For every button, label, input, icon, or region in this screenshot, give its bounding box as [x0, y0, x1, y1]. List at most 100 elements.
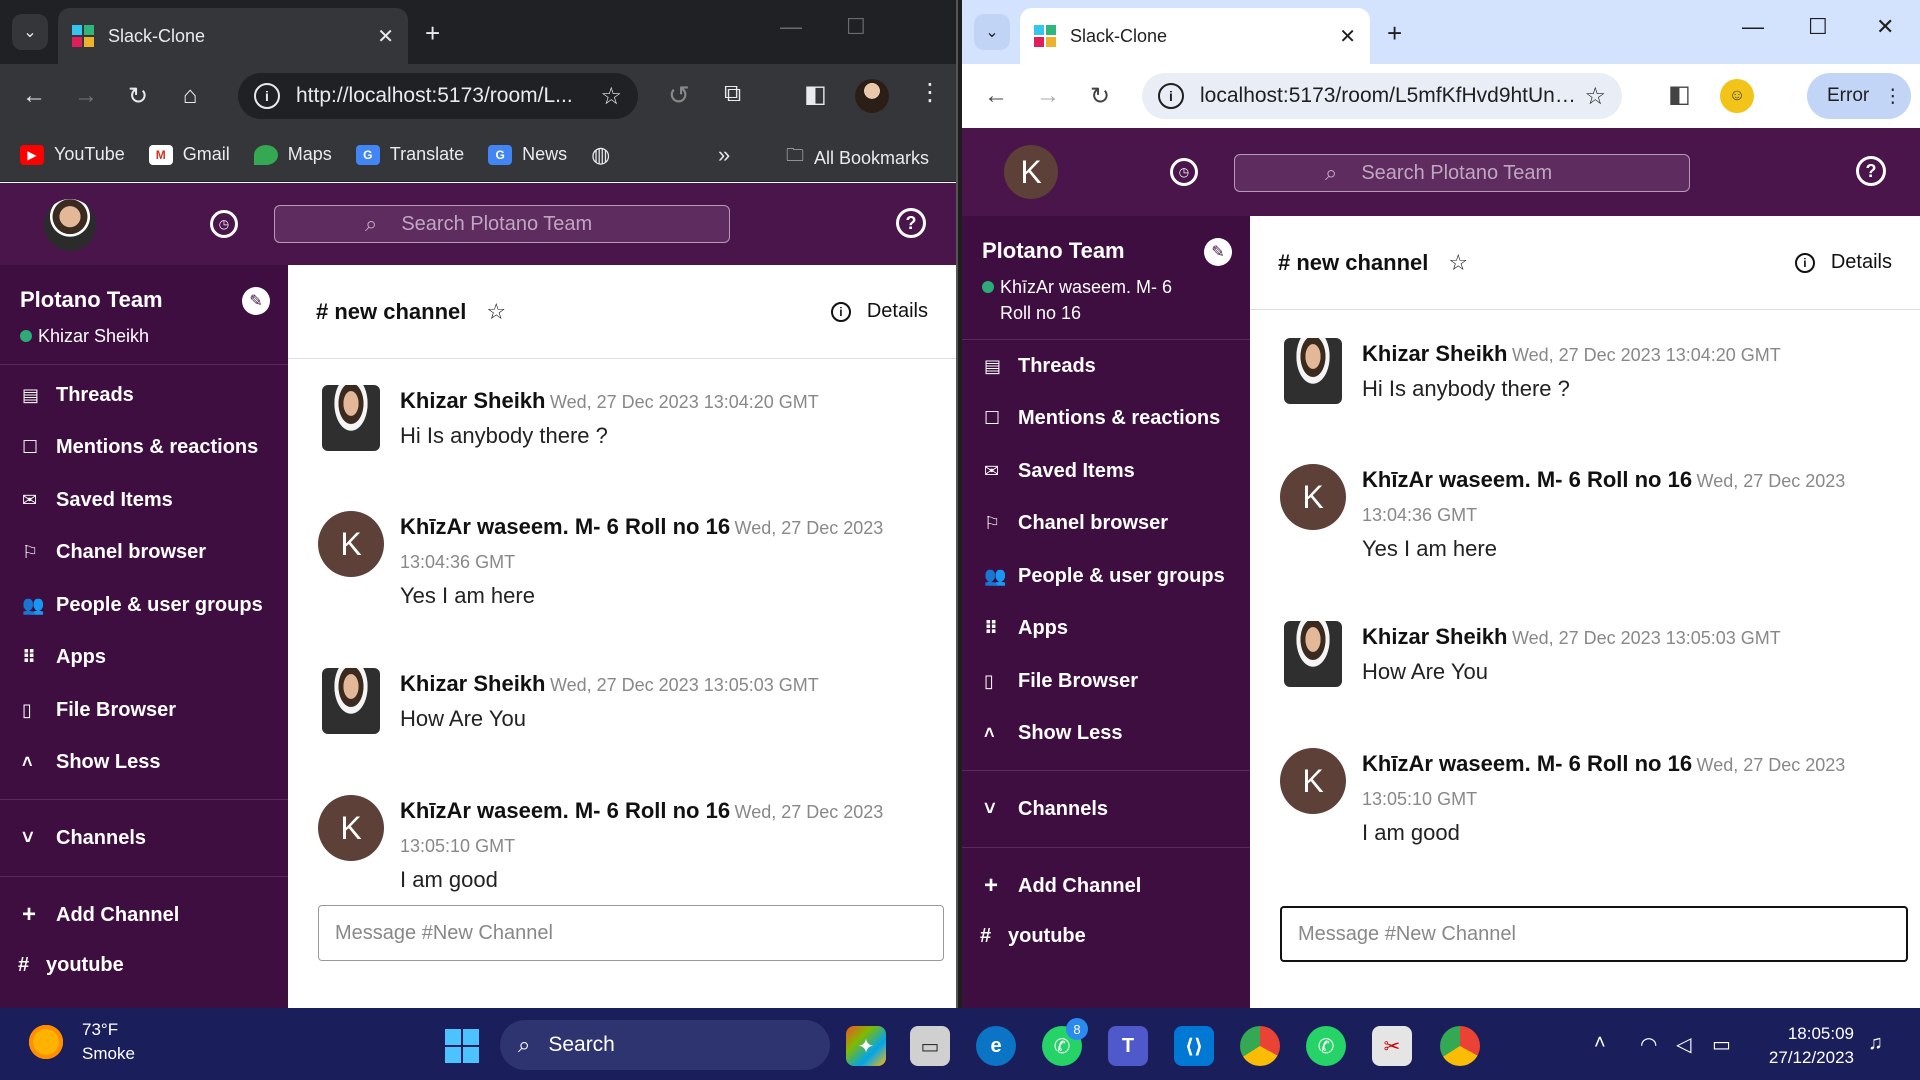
sidebar-item-threads[interactable]: ▤ Threads: [962, 340, 1250, 393]
sidebar-item-people[interactable]: 👥 People & user groups: [0, 579, 288, 632]
profile-avatar[interactable]: ☺: [1720, 79, 1754, 113]
history-icon[interactable]: ◷: [1170, 158, 1198, 186]
sidebar-item-show-less[interactable]: ˄ Show Less: [962, 708, 1250, 761]
reload-button[interactable]: ↻: [120, 78, 156, 114]
message-input[interactable]: Message #New Channel: [318, 905, 944, 961]
globe-icon[interactable]: ◍: [591, 142, 610, 168]
maximize-button[interactable]: ☐: [1808, 14, 1828, 40]
channel-item-youtube[interactable]: # youtube: [962, 914, 1250, 958]
menu-kebab-icon[interactable]: ⋮: [918, 78, 942, 107]
close-window-button[interactable]: ✕: [1876, 14, 1894, 40]
message-input[interactable]: Message #New Channel: [1280, 906, 1908, 962]
all-bookmarks[interactable]: 🗀 All Bookmarks: [786, 143, 929, 173]
taskbar-search[interactable]: ⌕ Search: [500, 1020, 830, 1070]
add-channel-button[interactable]: + Add Channel: [0, 887, 288, 943]
minimize-button[interactable]: —: [1742, 14, 1764, 40]
tray-chevron-up-icon[interactable]: ˄: [1594, 1032, 1606, 1055]
details-button[interactable]: i Details: [830, 300, 928, 323]
error-button[interactable]: Error ⋮: [1807, 73, 1911, 119]
sidebar-item-mentions[interactable]: ☐ Mentions & reactions: [962, 393, 1250, 446]
help-icon[interactable]: ?: [1856, 156, 1886, 186]
search-input[interactable]: ⌕ Search Plotano Team: [1234, 154, 1690, 192]
user-avatar[interactable]: K: [1004, 145, 1058, 199]
address-bar[interactable]: i http://localhost:5173/room/L... ☆: [238, 73, 638, 119]
weather-widget[interactable]: 73°F Smoke: [26, 1020, 135, 1064]
sidebar-item-saved[interactable]: ✉ Saved Items: [962, 445, 1250, 498]
sidebar-item-show-less[interactable]: ˄ Show Less: [0, 737, 288, 790]
copilot-icon[interactable]: ✦: [846, 1026, 886, 1066]
sidebar-item-channel-browser[interactable]: ⚐ Chanel browser: [0, 527, 288, 580]
profile-avatar[interactable]: [855, 79, 889, 113]
sidebar-item-channel-browser[interactable]: ⚐ Chanel browser: [962, 498, 1250, 551]
help-icon[interactable]: ?: [896, 208, 926, 238]
new-tab-button[interactable]: +: [1387, 18, 1402, 49]
details-button[interactable]: i Details: [1794, 251, 1892, 274]
bookmark-star-icon[interactable]: ☆: [600, 82, 622, 111]
bookmark-youtube[interactable]: ▶ YouTube: [20, 144, 125, 165]
chrome-profile-icon[interactable]: [1440, 1026, 1480, 1066]
chrome-icon[interactable]: [1240, 1026, 1280, 1066]
start-button[interactable]: [442, 1026, 482, 1066]
wifi-icon[interactable]: ◠: [1640, 1032, 1657, 1057]
new-tab-button[interactable]: +: [425, 18, 440, 49]
system-clock[interactable]: 18:05:09 27/12/2023: [1769, 1022, 1854, 1070]
bookmark-gmail[interactable]: M Gmail: [148, 144, 230, 165]
channel-item-youtube[interactable]: # youtube: [0, 943, 288, 987]
site-info-icon[interactable]: i: [1158, 83, 1184, 109]
edit-icon[interactable]: ✎: [242, 287, 270, 315]
close-tab-icon[interactable]: ✕: [377, 24, 394, 49]
bookmark-maps[interactable]: Maps: [253, 144, 332, 165]
add-channel-button[interactable]: + Add Channel: [962, 858, 1250, 914]
channels-toggle[interactable]: ˅ Channels: [962, 781, 1250, 837]
teams-icon[interactable]: T: [1108, 1026, 1148, 1066]
tab-search-button[interactable]: ⌄: [974, 14, 1010, 50]
sidebar-item-threads[interactable]: ▤ Threads: [0, 369, 288, 422]
maximize-button[interactable]: ☐: [846, 14, 866, 40]
notification-bell-icon[interactable]: ♫: [1868, 1032, 1883, 1055]
vscode-icon[interactable]: ⟨⟩: [1174, 1026, 1214, 1066]
minimize-button[interactable]: —: [780, 14, 802, 40]
side-panel-icon[interactable]: ◧: [1668, 80, 1691, 109]
message-author: KhīzAr waseem. M- 6 Roll no 16: [400, 514, 731, 539]
file-explorer-icon[interactable]: ▭: [910, 1026, 950, 1066]
bookmarks-overflow[interactable]: »: [718, 142, 730, 168]
back-button[interactable]: ←: [16, 78, 52, 114]
bookmark-star-icon[interactable]: ☆: [1584, 82, 1606, 111]
sidebar-item-apps[interactable]: ⠿ Apps: [962, 603, 1250, 656]
address-bar[interactable]: i localhost:5173/room/L5mfKfHvd9htUnqFzY…: [1142, 73, 1622, 119]
sidebar-item-people[interactable]: 👥 People & user groups: [962, 550, 1250, 603]
sidebar-item-file-browser[interactable]: ▯ File Browser: [0, 684, 288, 737]
bookmark-translate[interactable]: G Translate: [355, 144, 464, 165]
star-channel-icon[interactable]: ☆: [486, 299, 506, 325]
browser-tab[interactable]: Slack-Clone ✕: [58, 8, 408, 64]
whatsapp-desktop-icon[interactable]: ✆: [1306, 1026, 1346, 1066]
reload-button[interactable]: ↻: [1082, 78, 1118, 114]
info-icon: i: [1794, 252, 1815, 273]
edge-icon[interactable]: e: [976, 1026, 1016, 1066]
battery-icon[interactable]: ▭: [1712, 1032, 1731, 1057]
back-button[interactable]: ←: [978, 78, 1014, 114]
site-info-icon[interactable]: i: [254, 83, 280, 109]
search-input[interactable]: ⌕ Search Plotano Team: [274, 205, 730, 243]
tab-search-button[interactable]: ⌄: [12, 14, 48, 50]
extensions-puzzle-icon[interactable]: ⧉: [724, 80, 741, 108]
history-icon[interactable]: ◷: [210, 210, 238, 238]
edit-icon[interactable]: ✎: [1204, 238, 1232, 266]
sidebar-item-saved[interactable]: ✉ Saved Items: [0, 474, 288, 527]
sidebar-item-file-browser[interactable]: ▯ File Browser: [962, 655, 1250, 708]
bookmark-news[interactable]: G News: [488, 144, 567, 165]
channels-toggle[interactable]: ˅ Channels: [0, 810, 288, 866]
snipping-tool-icon[interactable]: ✂: [1372, 1026, 1412, 1066]
close-tab-icon[interactable]: ✕: [1339, 24, 1356, 49]
extension-icon[interactable]: ↺: [668, 80, 690, 111]
star-channel-icon[interactable]: ☆: [1448, 250, 1468, 276]
sidebar-item-mentions[interactable]: ☐ Mentions & reactions: [0, 422, 288, 475]
sidebar-item-apps[interactable]: ⠿ Apps: [0, 632, 288, 685]
forward-button[interactable]: →: [68, 78, 104, 114]
user-avatar[interactable]: [44, 199, 96, 251]
side-panel-icon[interactable]: ◧: [804, 80, 827, 109]
volume-icon[interactable]: ◁: [1676, 1032, 1691, 1057]
browser-tab[interactable]: Slack-Clone ✕: [1020, 8, 1370, 64]
forward-button[interactable]: →: [1030, 78, 1066, 114]
home-button[interactable]: ⌂: [172, 78, 208, 114]
